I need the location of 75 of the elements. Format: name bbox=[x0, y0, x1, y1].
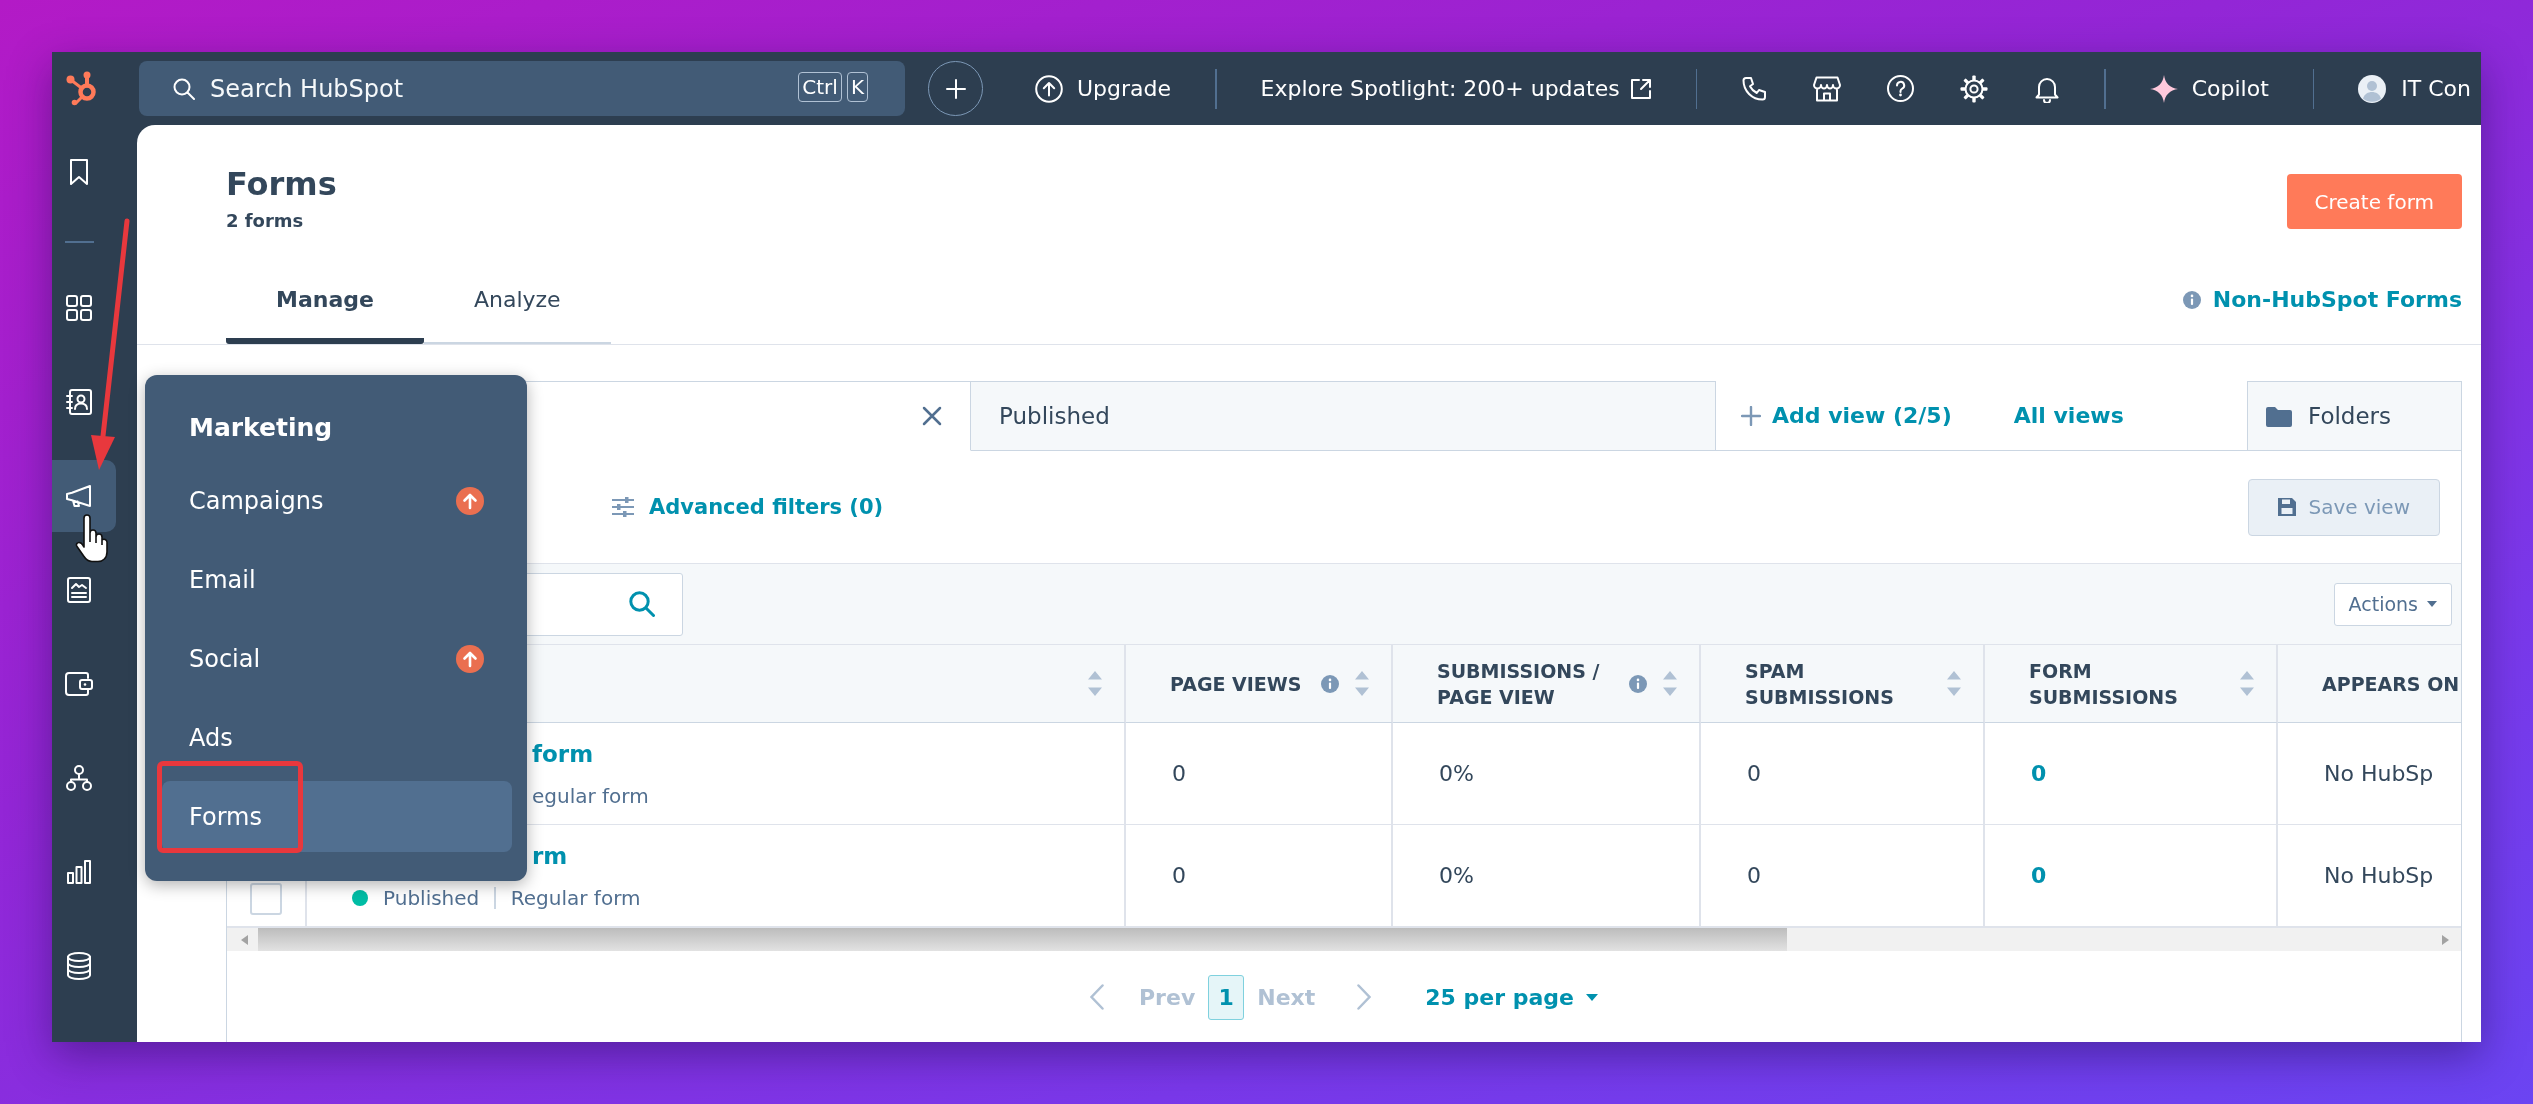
shortcut-key: K bbox=[846, 72, 868, 102]
column-header[interactable]: APPEARS ON bbox=[2278, 644, 2461, 723]
folders-button[interactable]: Folders bbox=[2247, 381, 2462, 451]
table-cell: 0% bbox=[1393, 723, 1701, 825]
column-header[interactable]: FORM SUBMISSIONS bbox=[1985, 644, 2278, 723]
add-view-button[interactable]: Add view (2/5) bbox=[1741, 403, 1952, 428]
help-icon[interactable] bbox=[1887, 75, 1915, 102]
scrollbar-thumb[interactable] bbox=[258, 928, 1787, 951]
form-name-link[interactable]: rm bbox=[532, 841, 568, 871]
column-header[interactable]: SUBMISSIONS / PAGE VIEW bbox=[1393, 644, 1701, 723]
actions-button[interactable]: Actions bbox=[2333, 582, 2452, 626]
plus-icon bbox=[1741, 405, 1761, 426]
bar-chart-icon bbox=[67, 860, 91, 884]
search-icon bbox=[629, 591, 655, 617]
form-count: 2 forms bbox=[226, 209, 305, 233]
menu-item[interactable]: Email bbox=[162, 544, 512, 615]
page-tab[interactable]: Analyze bbox=[423, 285, 611, 344]
close-icon[interactable] bbox=[922, 406, 942, 426]
settings-icon[interactable] bbox=[1960, 74, 1989, 103]
column-header[interactable]: PAGE VIEWS bbox=[1126, 644, 1393, 723]
store-icon[interactable] bbox=[1813, 75, 1842, 102]
folder-icon bbox=[2266, 405, 2292, 427]
menu-item[interactable]: Social bbox=[162, 623, 512, 694]
table-cell: 0 bbox=[1701, 723, 1985, 825]
form-name-link[interactable]: form bbox=[532, 739, 594, 769]
status-label: Published bbox=[383, 885, 480, 912]
view-tab[interactable]: Published bbox=[971, 381, 1716, 451]
chevron-right-icon bbox=[1357, 984, 1372, 1010]
menu-title: Marketing bbox=[188, 412, 334, 444]
count-link[interactable]: 0 bbox=[2031, 863, 2047, 888]
sliders-icon bbox=[612, 497, 634, 517]
plus-icon bbox=[945, 78, 966, 99]
form-type: Regular form bbox=[510, 885, 641, 912]
sprocket-logo[interactable] bbox=[66, 71, 96, 106]
bookmark-icon bbox=[70, 159, 88, 185]
phone-icon[interactable] bbox=[1741, 75, 1768, 102]
caret-icon bbox=[2427, 601, 2437, 607]
copilot-button[interactable]: Copilot bbox=[2149, 74, 2269, 103]
wallet-icon bbox=[65, 672, 93, 696]
shortcut-key: Ctrl bbox=[798, 72, 842, 102]
row-checkbox[interactable] bbox=[250, 883, 282, 915]
save-icon bbox=[2278, 498, 2297, 516]
all-views-link[interactable]: All views bbox=[2013, 403, 2124, 428]
megaphone-icon bbox=[65, 484, 93, 508]
sidebar-button[interactable] bbox=[52, 460, 116, 532]
per-page-dropdown[interactable]: 25 per page bbox=[1425, 984, 1598, 1010]
contact-card-icon bbox=[66, 389, 92, 415]
caret-icon bbox=[1586, 993, 1598, 1001]
hierarchy-icon bbox=[66, 765, 92, 791]
column-header[interactable]: SPAM SUBMISSIONS bbox=[1701, 644, 1985, 723]
upgrade-button[interactable]: Upgrade bbox=[1035, 74, 1172, 103]
info-icon bbox=[2182, 291, 2201, 309]
spotlight-link[interactable]: Explore Spotlight: 200+ updates bbox=[1260, 76, 1652, 101]
page-tab[interactable]: Manage bbox=[226, 285, 424, 344]
page-title: Forms bbox=[226, 164, 337, 204]
document-icon bbox=[67, 577, 91, 603]
search-icon bbox=[173, 77, 195, 100]
account-menu[interactable]: IT Con bbox=[2358, 74, 2471, 103]
sparkle-icon bbox=[2149, 74, 2178, 103]
menu-item[interactable]: Forms bbox=[162, 781, 512, 852]
external-link-icon bbox=[1629, 77, 1652, 100]
table-cell: No HubSp bbox=[2278, 723, 2461, 825]
upgrade-icon bbox=[1035, 74, 1063, 103]
chevron-left-icon bbox=[1090, 984, 1104, 1010]
grid-icon bbox=[66, 295, 92, 321]
form-type: egular form bbox=[532, 783, 649, 810]
table-cell: 0 bbox=[1126, 723, 1393, 825]
menu-item[interactable]: Ads bbox=[162, 702, 512, 773]
advanced-filters-button[interactable]: Advanced filters (0) bbox=[612, 495, 884, 519]
database-icon bbox=[67, 952, 91, 980]
count-link[interactable]: 0 bbox=[2031, 761, 2047, 786]
info-link[interactable]: Non-HubSpot Forms bbox=[2182, 285, 2462, 315]
hand-cursor-icon bbox=[74, 514, 108, 563]
avatar-icon bbox=[2358, 74, 2387, 103]
menu-item[interactable]: Campaigns bbox=[162, 465, 512, 536]
